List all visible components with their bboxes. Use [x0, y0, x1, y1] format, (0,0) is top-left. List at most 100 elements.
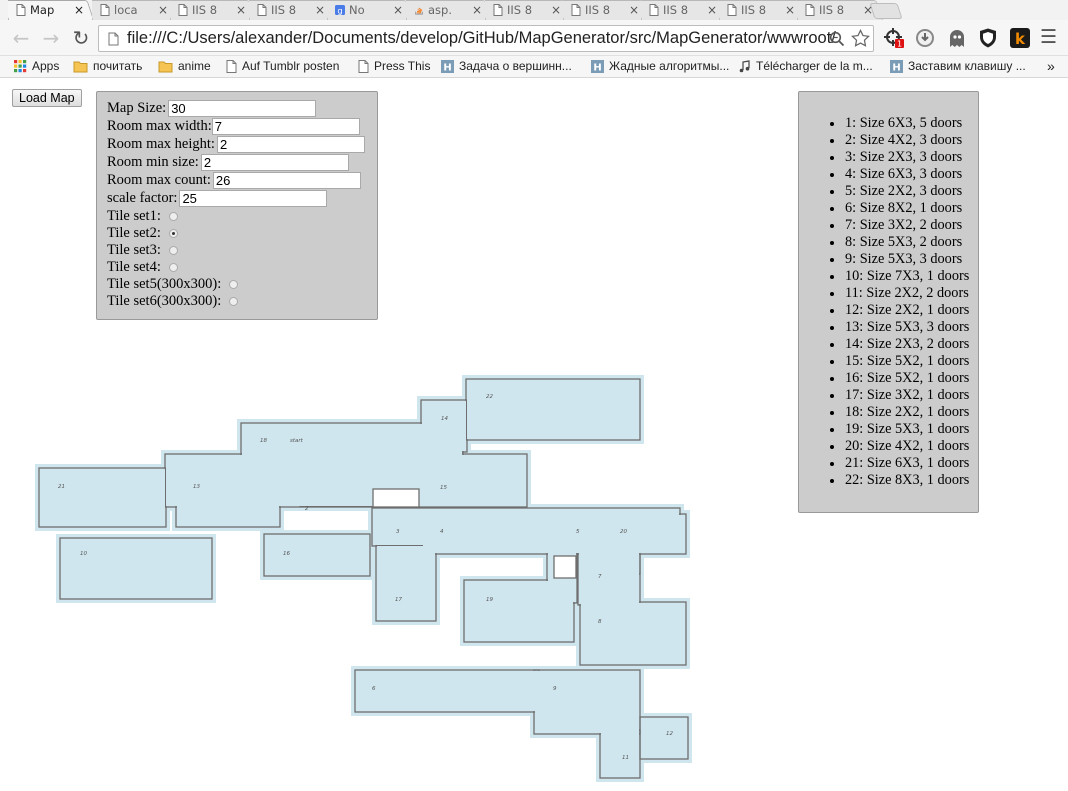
bookmark-label: Auf Tumblr posten [242, 59, 340, 73]
room-number-label: 22 [486, 394, 493, 400]
bookmark-label: Заставим клавишу ... [908, 59, 1026, 73]
map-gap [553, 555, 577, 579]
page-icon [649, 4, 659, 16]
close-tab-icon[interactable]: × [74, 3, 84, 17]
room-number-label: 3 [396, 529, 400, 535]
ghost-extension-icon[interactable] [946, 27, 968, 49]
tile-set-radio[interactable] [168, 263, 178, 272]
download-extension-icon[interactable] [914, 27, 936, 49]
zoom-icon[interactable] [829, 31, 845, 47]
svg-text:H: H [593, 62, 601, 73]
close-tab-icon[interactable]: × [158, 3, 168, 17]
room-list-item: 13: Size 5X3, 3 doors [827, 319, 969, 336]
tile-set-radio[interactable] [229, 297, 239, 306]
tab-title: IIS 8 [585, 3, 611, 17]
map-size-input[interactable] [168, 100, 317, 117]
tile-set-radio[interactable] [168, 212, 178, 221]
close-tab-icon[interactable]: × [472, 3, 482, 17]
close-tab-icon[interactable]: × [863, 3, 873, 17]
room-number-label: 7 [598, 574, 602, 580]
room-interior [265, 535, 369, 575]
room-number-label: 21 [58, 484, 65, 490]
room-number-label: 11 [622, 755, 629, 761]
bookmark-item[interactable]: H Жадные алгоритмы... [591, 59, 729, 73]
habr-icon: H [441, 59, 454, 73]
room-number-label: 8 [598, 619, 602, 625]
room-list-item: 5: Size 2X2, 3 doors [827, 183, 969, 200]
bookmark-item[interactable]: anime [158, 59, 211, 73]
room-interior [641, 718, 687, 758]
bookmark-item[interactable]: Auf Tumblr posten [226, 59, 339, 73]
close-tab-icon[interactable]: × [315, 3, 325, 17]
room-interior [535, 671, 639, 733]
new-tab-button[interactable] [869, 3, 903, 19]
room-list-item: 21: Size 6X3, 1 doors [827, 455, 969, 472]
url-text[interactable]: file:///C:/Users/alexander/Documents/dev… [127, 29, 849, 48]
close-tab-icon[interactable]: × [393, 3, 403, 17]
bookmark-label: Жадные алгоритмы... [609, 59, 730, 73]
browser-tab[interactable]: IIS 8 × [249, 0, 335, 20]
close-tab-icon[interactable]: × [629, 3, 639, 17]
tab-title: No [349, 3, 365, 17]
close-tab-icon[interactable]: × [785, 3, 795, 17]
browser-tab[interactable]: IIS 8 × [170, 0, 256, 20]
browser-tab[interactable]: asp. × [406, 0, 492, 20]
crosshair-extension-icon[interactable]: 1 [883, 27, 905, 49]
close-tab-icon[interactable]: × [707, 3, 717, 17]
bookmarks-overflow-button[interactable]: » [1047, 58, 1055, 74]
room-interior [581, 603, 685, 664]
folder-icon [158, 61, 173, 72]
room-interior [61, 539, 211, 598]
room-list-item: 9: Size 5X3, 3 doors [827, 251, 969, 268]
bookmark-label: anime [178, 59, 211, 73]
browser-tab[interactable]: IIS 8 × [719, 0, 805, 20]
browser-tab[interactable]: IIS 8 × [485, 0, 571, 20]
map-size-label: Map Size: [107, 100, 167, 116]
room-list-item: 16: Size 5X2, 1 doors [827, 370, 969, 387]
tile-set-option: Tile set1: [107, 208, 178, 225]
folder-icon [73, 61, 88, 72]
room-max-height-input[interactable] [216, 136, 365, 153]
close-tab-icon[interactable]: × [236, 3, 246, 17]
close-tab-icon[interactable]: × [551, 3, 561, 17]
browser-tab[interactable]: g No × [327, 0, 413, 20]
bookmark-item[interactable]: Press This [358, 59, 430, 73]
room-max-width-input[interactable] [211, 118, 360, 135]
k-extension-icon[interactable]: k [1009, 27, 1031, 49]
bookmark-item[interactable]: Télécharger de la m... [738, 59, 873, 73]
forward-button[interactable]: → [40, 27, 62, 49]
room-list-item: 19: Size 5X3, 1 doors [827, 421, 969, 438]
reload-button[interactable]: ↻ [70, 27, 92, 49]
room-number-label: 12 [666, 731, 673, 737]
page-icon [16, 4, 26, 16]
browser-tab[interactable]: IIS 8 × [641, 0, 727, 20]
address-bar[interactable]: file:///C:/Users/alexander/Documents/dev… [98, 25, 874, 52]
shield-extension-icon[interactable] [977, 27, 999, 49]
browser-tab[interactable]: loca × [92, 0, 178, 20]
room-min-size-input[interactable] [200, 154, 349, 171]
apps-grid-icon [14, 59, 27, 72]
tile-set-label: Tile set1: [107, 208, 161, 224]
browser-tab[interactable]: IIS 8 × [563, 0, 649, 20]
room-number-label: start [290, 438, 304, 444]
load-map-button[interactable]: Load Map [12, 89, 82, 107]
back-button[interactable]: ← [10, 27, 32, 49]
bookmark-star-icon[interactable] [851, 29, 870, 48]
browser-tab[interactable]: Map × [8, 0, 94, 20]
room-interior [579, 551, 639, 604]
tile-set-radio[interactable] [168, 246, 178, 255]
bookmarks-bar: Apps почитать anime Auf Tumblr posten Press … [0, 56, 1068, 78]
room-interior [406, 547, 420, 586]
tile-set-radio[interactable] [229, 280, 239, 289]
bookmark-item[interactable]: почитать [73, 59, 142, 73]
browser-tab[interactable]: IIS 8 × [797, 0, 883, 20]
tile-set-radio[interactable] [168, 229, 178, 238]
room-list-item: 7: Size 3X2, 2 doors [827, 217, 969, 234]
bookmark-item[interactable]: Apps [14, 59, 59, 73]
scale-factor-input[interactable] [179, 190, 328, 207]
menu-icon[interactable]: ☰ [1040, 26, 1057, 48]
bookmark-item[interactable]: H Заставим клавишу ... [890, 59, 1026, 73]
bookmark-item[interactable]: H Задача о вершинн... [441, 59, 572, 73]
tile-set-option: Tile set5(300x300): [107, 276, 239, 293]
room-max-count-input[interactable] [212, 172, 361, 189]
